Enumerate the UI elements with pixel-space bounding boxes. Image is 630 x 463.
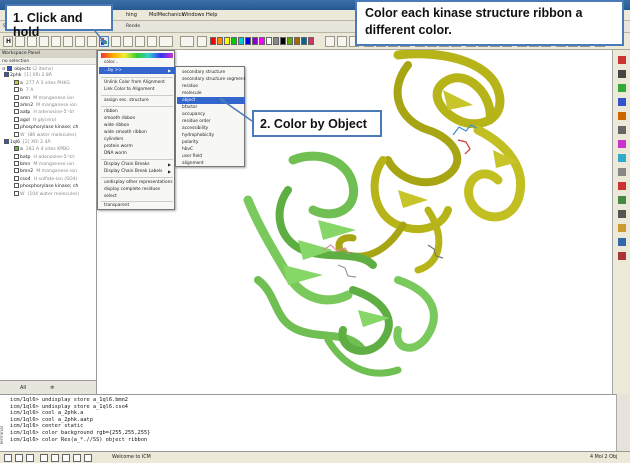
callout-arrows [94, 30, 253, 122]
callout-step2-text: 2. Color by Object [260, 117, 367, 131]
callout-instruction: Color each kinase structure ribbon a dif… [355, 0, 624, 46]
callout-instruction-text: Color each kinase structure ribbon a dif… [365, 6, 583, 37]
callout-step2: 2. Color by Object [252, 110, 382, 137]
